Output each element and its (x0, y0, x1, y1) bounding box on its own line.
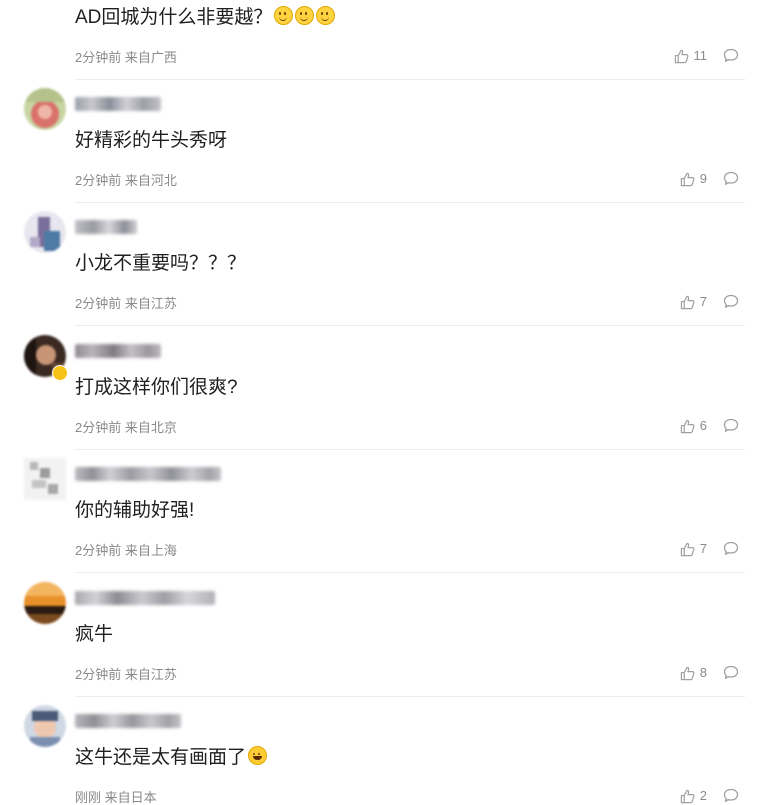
reply-button[interactable] (723, 788, 739, 803)
like-count: 2 (699, 788, 707, 803)
thumbs-up-icon (680, 789, 695, 803)
avatar[interactable] (24, 211, 66, 253)
like-button[interactable]: 2 (680, 788, 707, 804)
comment-list: AD回城为什么非要越？ 2分钟前 来自广西 11 好精彩的牛头秀呀 2分钟前 来… (0, 0, 769, 805)
comment-text: AD回城为什么非要越？ (75, 6, 336, 30)
verified-badge-icon (52, 365, 68, 381)
avatar[interactable] (24, 705, 66, 747)
comment-meta: 刚刚 来自日本 (75, 790, 157, 805)
comment-item: 小龙不重要吗？？？ 2分钟前 来自江苏 7 (0, 166, 769, 326)
comment-bubble-icon (723, 788, 739, 802)
comment-item: 你的辅助好强! 2分钟前 来自上海 7 (0, 413, 769, 573)
smile-emoji (295, 6, 315, 25)
username[interactable] (75, 467, 221, 481)
comment-item: 好精彩的牛头秀呀 2分钟前 来自河北 9 (0, 43, 769, 203)
comment-text: 小龙不重要吗？？？ (75, 253, 247, 274)
laughing-tears-emoji (248, 746, 268, 765)
comment-text: 你的辅助好强! (75, 500, 195, 521)
comment-item: 疯牛 2分钟前 来自江苏 8 (0, 537, 769, 697)
username[interactable] (75, 344, 161, 358)
username[interactable] (75, 220, 137, 234)
comment-text: 打成这样你们很爽? (75, 377, 238, 398)
comment-item: AD回城为什么非要越？ 2分钟前 来自广西 11 (0, 0, 769, 80)
username[interactable] (75, 591, 215, 605)
comment-item: 这牛还是太有画面了 刚刚 来自日本 2 (0, 660, 769, 805)
comment-text: 疯牛 (75, 624, 114, 645)
comment-text: 好精彩的牛头秀呀 (75, 130, 228, 151)
avatar[interactable] (24, 458, 66, 500)
username[interactable] (75, 714, 181, 728)
smile-emoji (316, 6, 336, 25)
comment-item: 打成这样你们很爽? 2分钟前 来自北京 6 (0, 290, 769, 450)
avatar[interactable] (24, 88, 66, 130)
username[interactable] (75, 97, 161, 111)
comment-text: 这牛还是太有画面了 (75, 746, 268, 770)
avatar[interactable] (24, 582, 66, 624)
smile-emoji (274, 6, 294, 25)
